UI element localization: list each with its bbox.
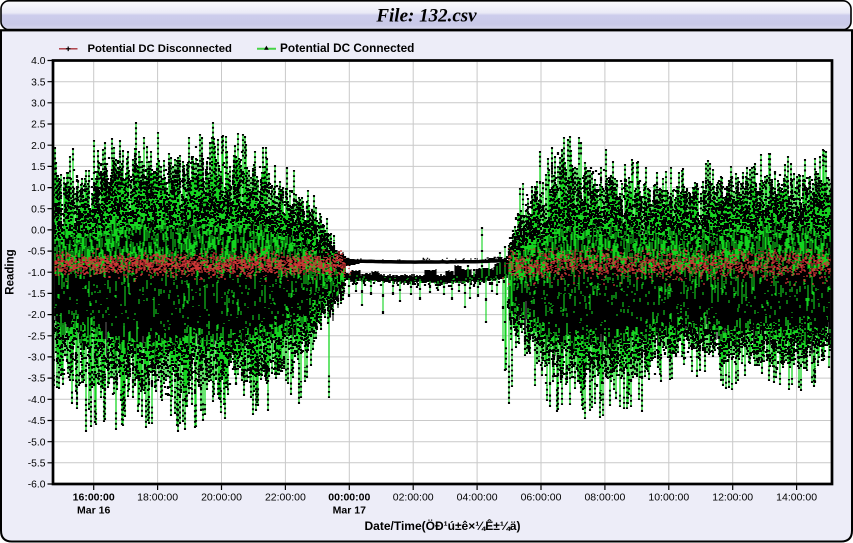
svg-text:Potential DC Connected: Potential DC Connected — [280, 41, 414, 55]
svg-text:14:00:00: 14:00:00 — [776, 492, 817, 504]
svg-text:Date/Time(ÖÐ¹ú±ê×¼Ê±¼ä): Date/Time(ÖÐ¹ú±ê×¼Ê±¼ä) — [365, 518, 521, 533]
svg-text:12:00:00: 12:00:00 — [712, 492, 753, 504]
svg-text:-5.5: -5.5 — [28, 458, 46, 469]
svg-text:Mar 17: Mar 17 — [333, 505, 366, 517]
svg-text:10:00:00: 10:00:00 — [648, 492, 689, 504]
svg-text:1.0: 1.0 — [31, 183, 46, 194]
svg-text:-2.5: -2.5 — [28, 331, 46, 342]
svg-text:File: 132.csv: File: 132.csv — [375, 6, 477, 27]
svg-text:06:00:00: 06:00:00 — [521, 492, 562, 504]
svg-text:1.5: 1.5 — [31, 162, 46, 173]
svg-text:-3.5: -3.5 — [28, 374, 46, 385]
svg-text:4.0: 4.0 — [31, 56, 46, 67]
svg-text:Potential DC Disconnected: Potential DC Disconnected — [88, 43, 232, 55]
svg-text:16:00:00: 16:00:00 — [73, 492, 115, 504]
svg-text:02:00:00: 02:00:00 — [393, 492, 434, 504]
svg-text:0.0: 0.0 — [31, 226, 46, 237]
svg-text:-2.0: -2.0 — [28, 310, 46, 321]
svg-text:-1.0: -1.0 — [28, 268, 46, 279]
svg-text:-4.0: -4.0 — [28, 395, 46, 406]
svg-text:18:00:00: 18:00:00 — [137, 492, 178, 504]
svg-text:-6.0: -6.0 — [28, 480, 46, 491]
svg-text:-3.0: -3.0 — [28, 353, 46, 364]
svg-text:3.0: 3.0 — [31, 98, 46, 109]
svg-text:00:00:00: 00:00:00 — [328, 492, 370, 504]
svg-text:-4.5: -4.5 — [28, 416, 46, 427]
svg-text:2.5: 2.5 — [31, 120, 46, 131]
svg-text:04:00:00: 04:00:00 — [457, 492, 498, 504]
svg-text:08:00:00: 08:00:00 — [584, 492, 625, 504]
svg-text:Mar 16: Mar 16 — [77, 505, 110, 517]
svg-text:-0.5: -0.5 — [28, 247, 46, 258]
svg-text:-5.0: -5.0 — [28, 437, 46, 448]
svg-text:0.5: 0.5 — [31, 204, 46, 215]
svg-text:2.0: 2.0 — [31, 141, 46, 152]
svg-text:3.5: 3.5 — [31, 77, 46, 88]
svg-text:22:00:00: 22:00:00 — [265, 492, 306, 504]
svg-text:20:00:00: 20:00:00 — [201, 492, 242, 504]
svg-text:-1.5: -1.5 — [28, 289, 46, 300]
svg-text:Reading: Reading — [5, 249, 17, 294]
